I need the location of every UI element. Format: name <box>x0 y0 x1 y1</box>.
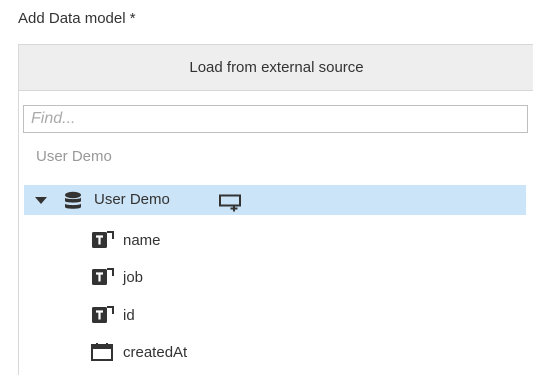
field-label: job <box>123 268 144 286</box>
field-label: id <box>123 306 135 324</box>
data-model-panel: Load from external source User Demo User… <box>18 44 533 375</box>
tree-field-row[interactable]: id <box>91 303 135 327</box>
add-window-icon[interactable] <box>219 194 243 212</box>
text-field-icon <box>92 306 114 323</box>
tree-root-label: User Demo <box>94 191 170 208</box>
text-field-icon <box>92 268 114 285</box>
expand-caret-icon[interactable] <box>35 197 47 204</box>
group-header: User Demo <box>36 148 112 165</box>
text-field-icon <box>92 231 114 248</box>
tree-root-user-demo[interactable]: User Demo <box>24 185 526 215</box>
field-label: createdAt <box>123 343 188 361</box>
field-label: name <box>123 231 161 249</box>
tree-field-row[interactable]: createdAt <box>91 340 187 364</box>
database-icon <box>65 191 81 209</box>
load-external-source-button[interactable]: Load from external source <box>19 45 533 91</box>
data-model-label: Add Data model * <box>18 10 136 27</box>
tree-field-row[interactable]: name <box>91 228 161 252</box>
tree-field-row[interactable]: job <box>91 265 143 289</box>
date-field-icon <box>91 343 113 361</box>
find-input[interactable] <box>23 105 528 133</box>
